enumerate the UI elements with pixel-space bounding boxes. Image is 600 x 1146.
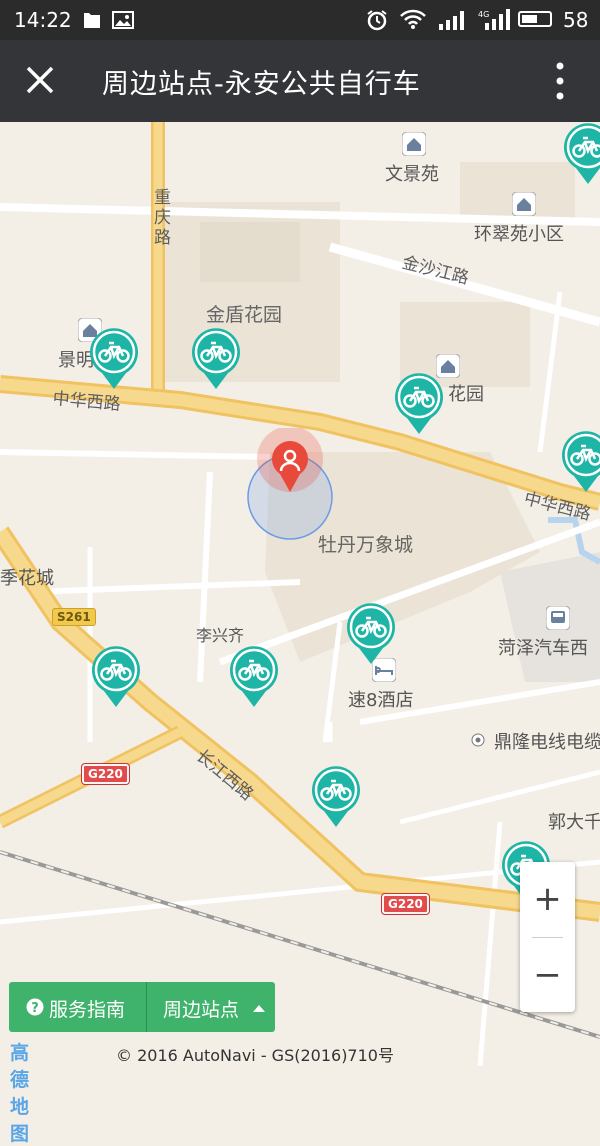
zoom-control: + −	[520, 862, 575, 1012]
bike-station-marker[interactable]	[560, 430, 600, 494]
amap-logo: 高德地图	[10, 1038, 29, 1146]
help-icon: ?	[26, 998, 44, 1016]
map-view[interactable]: 文景苑 环翠苑小区 金盾花园 景明 花园 牡丹万象城 季花城 李兴齐 菏泽汽车西…	[0, 122, 600, 1066]
map-roads	[0, 122, 600, 1066]
road-shield: G220	[82, 764, 129, 784]
nearby-stations-label: 周边站点	[163, 995, 239, 1022]
alarm-icon	[366, 9, 388, 31]
svg-text:?: ?	[31, 1001, 39, 1016]
user-location-marker[interactable]	[255, 428, 325, 500]
poi-label: 金盾花园	[206, 300, 282, 327]
poi-label: 花园	[448, 380, 484, 406]
bike-station-marker[interactable]	[393, 372, 445, 436]
poi-bus-icon	[546, 606, 570, 630]
image-notification-icon	[112, 10, 134, 30]
road-shield: G220	[382, 894, 429, 914]
page-title: 周边站点-永安公共自行车	[102, 62, 421, 101]
close-icon[interactable]	[22, 62, 58, 98]
wifi-icon	[400, 8, 426, 30]
poi-label: 郭大千	[548, 808, 600, 834]
poi-label: 季花城	[0, 564, 54, 590]
poi-label: 鼎隆电线电缆	[494, 728, 600, 754]
bike-station-marker[interactable]	[228, 645, 280, 709]
bike-station-marker[interactable]	[90, 645, 142, 709]
poi-building-icon	[512, 192, 536, 216]
bike-station-marker[interactable]	[310, 765, 362, 829]
signal-4g-icon: 4G	[478, 8, 512, 30]
poi-label: 李兴齐	[196, 622, 244, 646]
poi-label: 速8酒店	[348, 686, 413, 712]
bike-station-marker[interactable]	[562, 122, 600, 186]
copyright-text: © 2016 AutoNavi - GS(2016)710号	[116, 1042, 394, 1066]
status-time: 14:22	[14, 8, 72, 32]
road-label: 重庆路	[154, 188, 172, 248]
poi-dot-icon	[470, 732, 486, 748]
more-menu-icon[interactable]	[548, 60, 572, 102]
bottom-button-group: ? 服务指南 周边站点	[9, 982, 275, 1032]
title-bar: 周边站点-永安公共自行车	[0, 40, 600, 122]
bike-station-marker[interactable]	[88, 327, 140, 391]
signal-icon	[438, 10, 468, 30]
svg-text:4G: 4G	[478, 10, 489, 19]
caret-up-icon	[253, 1004, 265, 1012]
poi-building-icon	[402, 132, 426, 156]
service-guide-label: 服务指南	[49, 995, 125, 1022]
nearby-stations-button[interactable]: 周边站点	[147, 982, 275, 1032]
poi-label: 菏泽汽车西	[498, 634, 588, 660]
bike-station-marker[interactable]	[190, 327, 242, 391]
bike-station-marker[interactable]	[345, 602, 397, 666]
battery-level: 58	[563, 8, 588, 32]
status-bar: 14:22 4G 58	[0, 0, 600, 40]
poi-label: 牡丹万象城	[318, 530, 413, 557]
zoom-in-button[interactable]: +	[520, 862, 575, 936]
poi-label: 文景苑	[385, 160, 439, 186]
poi-label: 环翠苑小区	[474, 220, 564, 246]
road-shield: S261	[52, 608, 96, 626]
service-guide-button[interactable]: ? 服务指南	[9, 982, 146, 1032]
battery-icon	[518, 11, 552, 27]
notification-icon	[82, 10, 102, 30]
zoom-out-button[interactable]: −	[520, 938, 575, 1012]
